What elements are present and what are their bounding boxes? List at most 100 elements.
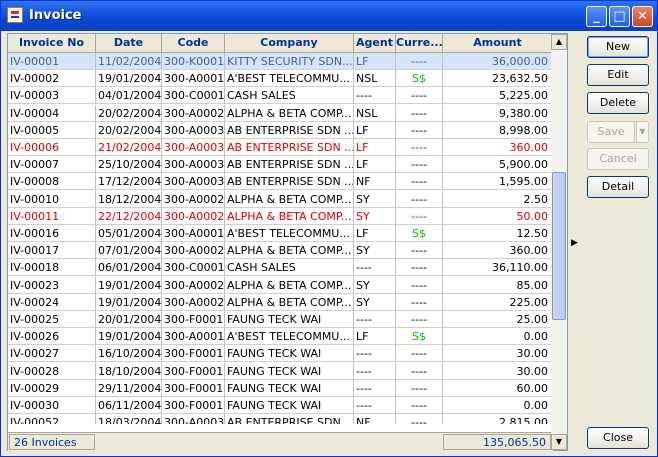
col-invoice-no-cell: IV-00011	[8, 207, 96, 225]
col-date-cell: 11/02/2004	[96, 53, 162, 70]
col-company-cell: AB ENTERPRISE SDN ...	[225, 139, 354, 156]
col-currency-cell: ----	[396, 414, 443, 424]
col-code-cell: 300-F0001	[162, 345, 225, 363]
table-row[interactable]: IV-00007 25/10/2004 300-A0003 AB ENTERPRISE…	[8, 156, 553, 174]
table-row[interactable]: IV-00052 18/03/2004 300-A0003 AB ENTERPRISE…	[8, 414, 553, 424]
col-amount-cell: 0.00	[443, 328, 553, 346]
col-agent-cell: ----	[354, 379, 396, 397]
col-company-cell: ALPHA & BETA COMP...	[225, 293, 354, 311]
table-row[interactable]: IV-00018 06/01/2004 300-C0001 CASH SALES ---…	[8, 259, 553, 277]
table-row[interactable]: IV-00004 20/02/2004 300-A0002 ALPHA & BETA …	[8, 104, 553, 122]
col-invoice-no-cell: IV-00003	[8, 87, 96, 105]
table-row[interactable]: IV-00029 29/11/2004 300-F0001 FAUNG TECK WA…	[8, 379, 553, 397]
table-row[interactable]: IV-00028 18/10/2004 300-F0001 FAUNG TECK WA…	[8, 362, 553, 380]
col-code-header[interactable]: Code	[162, 34, 225, 52]
scroll-up-icon[interactable]: ▲	[551, 34, 567, 50]
col-currency-cell: S$	[396, 328, 443, 346]
col-company-cell: ALPHA & BETA COMP...	[225, 276, 354, 294]
table-row[interactable]: IV-00025 20/01/2004 300-F0001 FAUNG TECK WA…	[8, 311, 553, 328]
col-amount-header[interactable]: Amount	[443, 34, 553, 52]
maximize-icon[interactable]: □	[609, 6, 630, 27]
edit-button[interactable]: Edit	[587, 64, 649, 86]
save-dropdown-icon[interactable]: ▼	[636, 121, 649, 143]
col-company-cell: FAUNG TECK WAI	[225, 397, 354, 414]
table-row[interactable]: IV-00017 07/01/2004 300-A0002 ALPHA & BETA …	[8, 242, 553, 260]
col-invoice-no-cell: IV-00025	[8, 311, 96, 328]
vertical-scrollbar[interactable]: ▲ ▼	[551, 34, 567, 450]
total-amount: 135,065.50	[443, 434, 551, 450]
col-agent-cell: ----	[354, 87, 396, 105]
col-date-header[interactable]: Date	[96, 34, 162, 52]
col-invoice-no-cell: IV-00007	[8, 156, 96, 174]
col-agent-cell: SY	[354, 207, 396, 225]
table-row[interactable]: IV-00005 20/02/2004 300-A0003 AB ENTERPRISE…	[8, 121, 553, 139]
table-row[interactable]: IV-00030 06/11/2004 300-F0001 FAUNG TECK WA…	[8, 397, 553, 414]
col-date-cell: 05/01/2004	[96, 225, 162, 242]
col-currency-cell: ----	[396, 397, 443, 414]
col-agent-cell: LF	[354, 139, 396, 156]
col-agent-cell: NSL	[354, 70, 396, 88]
table-row[interactable]: IV-00027 16/10/2004 300-F0001 FAUNG TECK WA…	[8, 345, 553, 363]
chevron-right-icon[interactable]: ▶	[571, 238, 578, 248]
col-invoice-no-cell: IV-00028	[8, 362, 96, 380]
table-row[interactable]: IV-00026 19/01/2004 300-A0001 A'BEST TELECO…	[8, 328, 553, 346]
col-date-cell: 06/01/2004	[96, 259, 162, 277]
detail-button[interactable]: Detail	[587, 176, 649, 198]
col-invoice-no-cell: IV-00001	[8, 53, 96, 70]
col-invoice-no-cell: IV-00010	[8, 190, 96, 208]
col-company-cell: FAUNG TECK WAI	[225, 362, 354, 380]
col-currency-cell: ----	[396, 173, 443, 191]
panel-splitter[interactable]: ▶	[569, 33, 579, 451]
col-amount-cell: 2,815.00	[443, 414, 553, 424]
close-button[interactable]: Close	[587, 427, 649, 449]
table-row[interactable]: IV-00008 17/12/2004 300-A0003 AB ENTERPRISE…	[8, 173, 553, 191]
col-agent-cell: SY	[354, 190, 396, 208]
col-company-cell: AB ENTERPRISE SDN ...	[225, 414, 354, 424]
col-code-cell: 300-A0001	[162, 70, 225, 88]
col-agent-cell: ----	[354, 397, 396, 414]
title-bar[interactable]: Invoice _ □ ✕	[1, 1, 657, 31]
col-invoice-no-cell: IV-00024	[8, 293, 96, 311]
col-currency-cell: ----	[396, 53, 443, 70]
col-amount-cell: 0.00	[443, 397, 553, 414]
col-date-cell: 20/01/2004	[96, 311, 162, 328]
col-currency-cell: S$	[396, 225, 443, 242]
table-row[interactable]: IV-00006 21/02/2004 300-A0003 AB ENTERPRISE…	[8, 139, 553, 156]
col-currency-cell: S$	[396, 70, 443, 88]
table-row[interactable]: IV-00002 19/01/2004 300-A0001 A'BEST TELECO…	[8, 70, 553, 88]
col-currency-header[interactable]: Curre...	[396, 34, 443, 52]
col-code-cell: 300-A0003	[162, 121, 225, 139]
table-row[interactable]: IV-00024 19/01/2004 300-A0002 ALPHA & BETA …	[8, 293, 553, 311]
col-currency-cell: ----	[396, 311, 443, 328]
col-currency-cell: ----	[396, 362, 443, 380]
col-code-cell: 300-C0001	[162, 87, 225, 105]
delete-button[interactable]: Delete	[587, 92, 649, 114]
table-row[interactable]: IV-00001 11/02/2004 300-K0001 KITTY SECURIT…	[8, 53, 553, 70]
col-currency-cell: ----	[396, 156, 443, 174]
table-row[interactable]: IV-00023 19/01/2004 300-A0002 ALPHA & BETA …	[8, 276, 553, 294]
col-invoice-no-header[interactable]: Invoice No	[8, 34, 96, 52]
table-row[interactable]: IV-00011 22/12/2004 300-A0002 ALPHA & BETA …	[8, 207, 553, 225]
window-title: Invoice	[29, 8, 82, 23]
minimize-icon[interactable]: _	[586, 6, 607, 27]
col-currency-cell: ----	[396, 139, 443, 156]
table-row[interactable]: IV-00010 18/12/2004 300-A0002 ALPHA & BETA …	[8, 190, 553, 208]
col-company-header[interactable]: Company	[225, 34, 354, 52]
cancel-button[interactable]: Cancel	[587, 148, 649, 170]
close-window-icon[interactable]: ✕	[632, 6, 653, 27]
col-agent-cell: ----	[354, 311, 396, 328]
col-date-cell: 16/10/2004	[96, 345, 162, 363]
table-row[interactable]: IV-00016 05/01/2004 300-A0001 A'BEST TELECO…	[8, 225, 553, 242]
col-agent-header[interactable]: Agent	[354, 34, 396, 52]
new-button[interactable]: New	[587, 36, 649, 58]
col-currency-cell: ----	[396, 276, 443, 294]
col-agent-cell: ----	[354, 362, 396, 380]
scroll-thumb[interactable]	[552, 172, 566, 320]
invoice-grid[interactable]: Invoice No Date Code Company Agent Curre... Am…	[7, 33, 568, 451]
col-date-cell: 04/01/2004	[96, 87, 162, 105]
col-date-cell: 21/02/2004	[96, 139, 162, 156]
col-agent-cell: SY	[354, 242, 396, 260]
save-button[interactable]: Save	[587, 121, 635, 143]
scroll-down-icon[interactable]: ▼	[551, 434, 567, 450]
table-row[interactable]: IV-00003 04/01/2004 300-C0001 CASH SALES ---…	[8, 87, 553, 105]
